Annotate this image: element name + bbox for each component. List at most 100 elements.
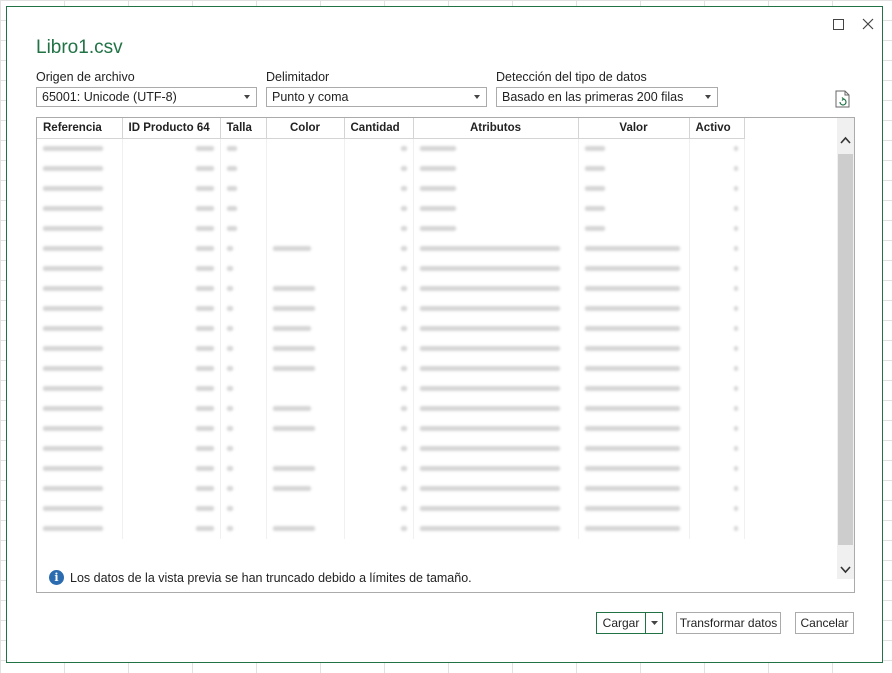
table-cell (344, 379, 414, 399)
close-button[interactable] (857, 13, 879, 35)
cancel-button[interactable]: Cancelar (795, 612, 854, 634)
table-cell (266, 179, 345, 199)
table-row[interactable] (37, 479, 745, 499)
obscured-value (400, 206, 407, 212)
table-cell (266, 239, 345, 259)
table-row[interactable] (37, 138, 745, 159)
obscured-value (400, 486, 407, 492)
obscured-value (584, 306, 680, 312)
delimiter-label: Delimitador (266, 70, 330, 84)
obscured-value (43, 486, 103, 492)
column-header[interactable]: Color (266, 118, 345, 139)
table-cell (266, 339, 345, 359)
table-cell (220, 459, 267, 479)
table-cell (37, 159, 123, 179)
table-cell (122, 499, 221, 519)
chevron-down-icon (474, 95, 480, 99)
obscured-value (419, 526, 560, 532)
table-cell (413, 379, 579, 399)
obscured-value (226, 446, 233, 452)
obscured-value (226, 306, 233, 312)
obscured-value (272, 466, 315, 472)
table-row[interactable] (37, 419, 745, 439)
table-row[interactable] (37, 339, 745, 359)
obscured-value (226, 326, 233, 332)
table-row[interactable] (37, 259, 745, 279)
table-cell (413, 439, 579, 459)
table-row[interactable] (37, 319, 745, 339)
obscured-value (733, 226, 738, 232)
column-header[interactable]: ID Producto 64 (122, 118, 221, 139)
delimiter-select[interactable]: Punto y coma (266, 87, 487, 107)
scrollbar-thumb[interactable] (838, 154, 853, 545)
table-row[interactable] (37, 399, 745, 419)
obscured-value (43, 286, 103, 292)
obscured-value (400, 346, 407, 352)
table-row[interactable] (37, 439, 745, 459)
table-row[interactable] (37, 179, 745, 199)
obscured-value (419, 286, 560, 292)
transform-data-button[interactable]: Transformar datos (676, 612, 781, 634)
table-row[interactable] (37, 379, 745, 399)
obscured-value (195, 186, 214, 192)
table-row[interactable] (37, 359, 745, 379)
file-origin-select[interactable]: 65001: Unicode (UTF-8) (36, 87, 257, 107)
column-header[interactable]: Activo (689, 118, 745, 139)
table-cell (413, 239, 579, 259)
table-cell (220, 299, 267, 319)
info-icon: i (49, 570, 64, 585)
obscured-value (43, 306, 103, 312)
obscured-value (419, 346, 560, 352)
table-row[interactable] (37, 499, 745, 519)
table-cell (689, 219, 745, 239)
obscured-value (419, 146, 456, 152)
table-cell (220, 159, 267, 179)
obscured-value (584, 346, 680, 352)
table-cell (220, 479, 267, 499)
column-header[interactable]: Atributos (413, 118, 579, 139)
table-row[interactable] (37, 219, 745, 239)
obscured-value (272, 326, 311, 332)
scroll-up-icon[interactable] (840, 135, 851, 146)
obscured-value (195, 146, 214, 152)
table-cell (689, 359, 745, 379)
obscured-value (419, 486, 560, 492)
maximize-button[interactable] (827, 13, 849, 35)
vertical-scrollbar[interactable] (837, 118, 854, 579)
obscured-value (226, 286, 233, 292)
obscured-value (226, 206, 237, 212)
table-row[interactable] (37, 459, 745, 479)
table-cell (220, 239, 267, 259)
dialog-title: Libro1.csv (36, 37, 123, 58)
obscured-value (584, 386, 680, 392)
table-row[interactable] (37, 279, 745, 299)
table-cell (37, 459, 123, 479)
obscured-value (733, 326, 738, 332)
column-header[interactable]: Cantidad (344, 118, 414, 139)
table-cell (578, 259, 690, 279)
load-options-button[interactable] (646, 612, 663, 634)
column-header[interactable]: Valor (578, 118, 690, 139)
obscured-value (226, 246, 233, 252)
scroll-down-icon[interactable] (840, 564, 851, 575)
obscured-value (226, 426, 233, 432)
table-cell (578, 239, 690, 259)
table-row[interactable] (37, 239, 745, 259)
column-header[interactable]: Referencia (37, 118, 123, 139)
table-cell (578, 439, 690, 459)
table-row[interactable] (37, 199, 745, 219)
refresh-icon[interactable] (835, 90, 851, 108)
table-cell (122, 479, 221, 499)
table-cell (220, 339, 267, 359)
obscured-value (272, 246, 311, 252)
table-cell (689, 339, 745, 359)
table-row[interactable] (37, 299, 745, 319)
table-row[interactable] (37, 159, 745, 179)
type-detection-select[interactable]: Basado en las primeras 200 filas (496, 87, 718, 107)
table-cell (37, 419, 123, 439)
table-cell (689, 179, 745, 199)
table-row[interactable] (37, 519, 745, 539)
column-header[interactable]: Talla (220, 118, 267, 139)
load-button[interactable]: Cargar (596, 612, 646, 634)
table-cell (689, 379, 745, 399)
